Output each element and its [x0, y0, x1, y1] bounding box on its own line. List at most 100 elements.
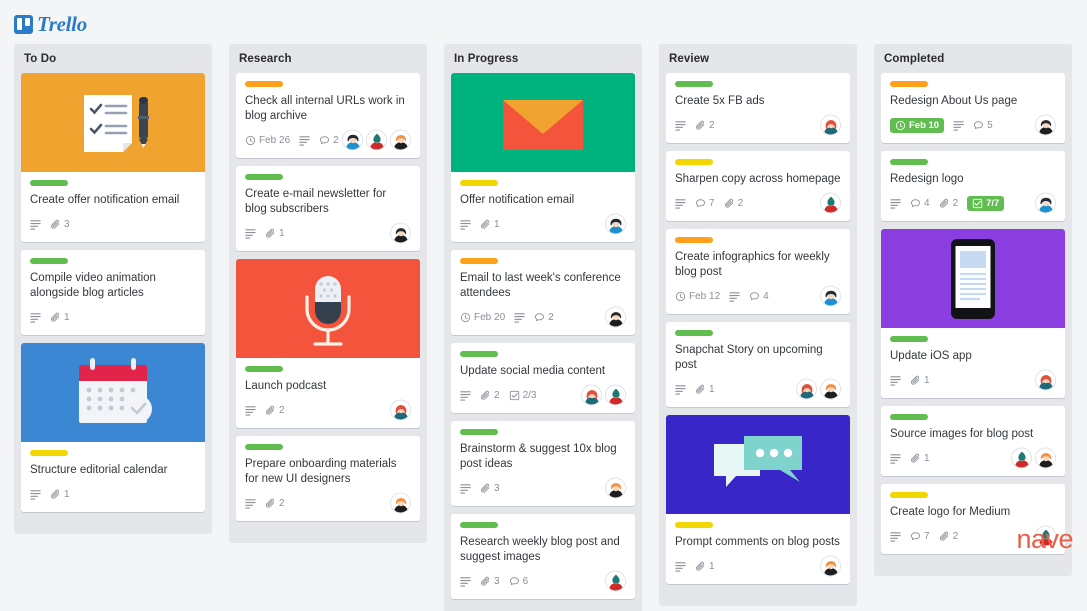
card-title: Sharpen copy across homepage: [675, 173, 841, 185]
list-title[interactable]: Review: [666, 51, 850, 73]
attachment-icon: [939, 198, 948, 208]
card-meta-description: [675, 120, 686, 131]
board-card[interactable]: Launch podcast 2: [236, 259, 420, 428]
card-meta-description: [729, 291, 740, 302]
board-card[interactable]: Create 5x FB ads 2: [666, 73, 850, 143]
avatar[interactable]: [1011, 447, 1032, 469]
card-avatars: [605, 306, 626, 328]
card-meta-row: 36: [460, 570, 626, 592]
card-meta-attachment: 1: [50, 489, 70, 500]
avatar[interactable]: [390, 222, 411, 244]
card-avatars: [390, 399, 411, 421]
avatar[interactable]: [820, 378, 841, 400]
avatar[interactable]: [390, 492, 411, 514]
card-label-yellow: [675, 159, 713, 165]
clock-icon: [895, 120, 906, 130]
avatar[interactable]: [820, 555, 841, 577]
board-card[interactable]: Research weekly blog post and suggest im…: [451, 514, 635, 599]
board-card[interactable]: Create infographics for weekly blog post…: [666, 229, 850, 314]
board-card[interactable]: Update iOS app 1: [881, 229, 1065, 398]
board-card[interactable]: Prompt comments on blog posts 1: [666, 415, 850, 584]
card-body: Launch podcast 2: [236, 358, 420, 428]
avatar[interactable]: [820, 192, 841, 214]
meta-count: 1: [709, 383, 715, 395]
avatar[interactable]: [366, 129, 387, 151]
avatar-image: [1036, 448, 1055, 468]
avatar[interactable]: [1035, 369, 1056, 391]
card-avatars: [605, 477, 626, 499]
avatar[interactable]: [605, 570, 626, 592]
card-meta-row: 3: [30, 214, 196, 234]
board-card[interactable]: Snapchat Story on upcoming post 1: [666, 322, 850, 407]
list-title[interactable]: Completed: [881, 51, 1065, 73]
meta-count: 6: [522, 575, 529, 587]
avatar-image: [391, 130, 410, 150]
card-meta-comment: 7: [695, 198, 715, 209]
card-label-green: [460, 429, 498, 435]
avatar[interactable]: [605, 477, 626, 499]
avatar-image: [606, 385, 625, 405]
board-card[interactable]: Sharpen copy across homepage 72: [666, 151, 850, 221]
avatar[interactable]: [342, 129, 363, 151]
card-body: Prompt comments on blog posts 1: [666, 514, 850, 584]
card-title: Compile video animation alongside blog a…: [30, 272, 156, 299]
avatar[interactable]: [390, 399, 411, 421]
avatar[interactable]: [796, 378, 817, 400]
card-avatars: [1035, 192, 1056, 214]
list-title[interactable]: Research: [236, 51, 420, 73]
card-body: Sharpen copy across homepage 72: [666, 151, 850, 221]
card-meta-attachment: 3: [50, 219, 70, 230]
meta-count: 1: [924, 374, 930, 386]
avatar[interactable]: [1035, 114, 1056, 136]
board-card[interactable]: Create offer notification email 3: [21, 73, 205, 242]
board-card[interactable]: Update social media content 2 2/3: [451, 343, 635, 413]
board-card[interactable]: Check all internal URLs work in blog arc…: [236, 73, 420, 158]
board-card[interactable]: Redesign logo 4 2 7/7: [881, 151, 1065, 221]
board-card[interactable]: Source images for blog post 1: [881, 406, 1065, 476]
comment-icon: [509, 576, 519, 585]
avatar[interactable]: [605, 213, 626, 235]
meta-count: 1: [494, 218, 500, 230]
card-avatars: [342, 129, 411, 151]
trello-logo[interactable]: Trello: [14, 12, 87, 37]
list-title[interactable]: In Progress: [451, 51, 635, 73]
list-title[interactable]: To Do: [21, 51, 205, 73]
card-body: Research weekly blog post and suggest im…: [451, 514, 635, 599]
avatar[interactable]: [1035, 192, 1056, 214]
board-card[interactable]: Offer notification email 1: [451, 73, 635, 242]
card-meta-comment: 4: [910, 198, 930, 209]
card-label-green: [460, 522, 498, 528]
board-card[interactable]: Email to last week's conference attendee…: [451, 250, 635, 335]
card-meta-row: Feb 10 5: [890, 114, 1056, 136]
board-card[interactable]: Brainstorm & suggest 10x blog post ideas…: [451, 421, 635, 506]
card-body: Redesign About Us page Feb 10 5: [881, 73, 1065, 143]
avatar[interactable]: [605, 384, 626, 406]
comment-icon: [910, 531, 921, 540]
board-card[interactable]: Redesign About Us page Feb 10 5: [881, 73, 1065, 143]
avatar-image: [821, 379, 840, 399]
board-card[interactable]: Structure editorial calendar 1: [21, 343, 205, 512]
board-card[interactable]: Compile video animation alongside blog a…: [21, 250, 205, 335]
avatar[interactable]: [820, 114, 841, 136]
card-meta-row: 2 2/3: [460, 384, 626, 406]
attachment-icon: [481, 483, 490, 493]
description-icon: [675, 384, 686, 395]
avatar[interactable]: [605, 306, 626, 328]
description-icon: [460, 483, 471, 494]
avatar[interactable]: [820, 285, 841, 307]
avatar[interactable]: [390, 129, 411, 151]
description-icon: [460, 219, 471, 230]
avatar[interactable]: [581, 384, 602, 406]
card-label-green: [245, 366, 283, 372]
attachment-icon: [696, 384, 705, 394]
avatar-image: [391, 223, 410, 243]
avatar-image: [391, 400, 410, 420]
card-meta-row: 72: [675, 192, 841, 214]
card-title: Create 5x FB ads: [675, 95, 765, 107]
meta-count: 4: [924, 197, 930, 209]
board-card[interactable]: Prepare onboarding materials for new UI …: [236, 436, 420, 521]
card-title: Update social media content: [460, 365, 606, 377]
meta-count: Feb 26: [259, 134, 291, 146]
avatar[interactable]: [1035, 447, 1056, 469]
board-card[interactable]: Create e-mail newsletter for blog subscr…: [236, 166, 420, 251]
